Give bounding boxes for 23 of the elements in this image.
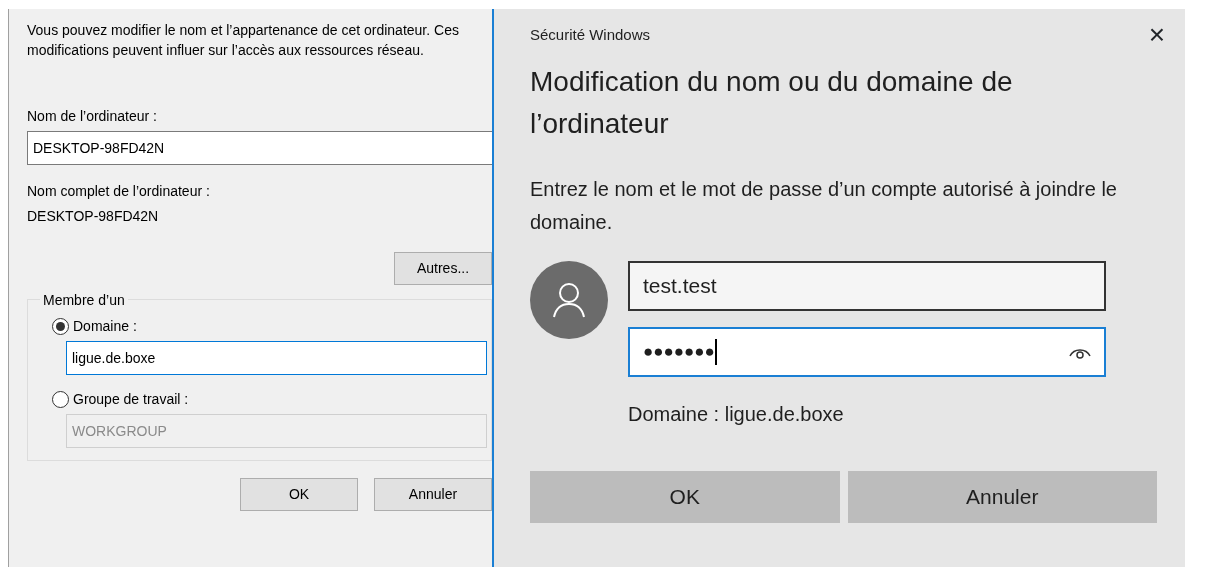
dialog-button[interactable]: OK [240, 478, 358, 511]
field-label: Nom de l’ordinateur : [27, 107, 158, 126]
computer-name-field[interactable]: DESKTOP-98FD42N [27, 131, 493, 165]
password-field[interactable]: ●●●●●●● [628, 327, 1106, 377]
dialog-heading: Modification du nom ou du domaine de l’ordinateur [530, 65, 1014, 141]
dialog-button[interactable]: Annuler [374, 478, 492, 511]
close-button[interactable]: × [1148, 21, 1165, 49]
username-field[interactable]: test.test [628, 261, 1106, 311]
more-button[interactable]: Autres... [394, 252, 492, 285]
radio-button[interactable] [52, 318, 69, 335]
radio-label[interactable]: Domaine : [73, 316, 137, 337]
domain-field[interactable]: ligue.de.boxe [66, 341, 487, 375]
dialog-button[interactable]: Annuler [847, 471, 1157, 523]
field-label: Nom complet de l’ordinateur : [27, 182, 211, 201]
user-avatar-icon [530, 261, 608, 339]
window-title: Sécurité Windows [530, 24, 651, 45]
description-text: Vous pouvez modifier le nom et l’appartenance de cet ordinateur. Ces modifications peuvent influer sur l’accès aux ressources réseau. [27, 21, 460, 60]
workgroup-field: WORKGROUP [66, 414, 487, 448]
prompt-text: Entrez le nom et le mot de passe d’un compte autorisé à joindre le domaine. [530, 177, 1118, 235]
dialog-button[interactable]: OK [530, 471, 840, 523]
domain-note: Domaine : ligue.de.boxe [628, 402, 845, 427]
password-value: ●●●●●●● [643, 339, 717, 365]
computer-full-name: DESKTOP-98FD42N [27, 207, 160, 226]
